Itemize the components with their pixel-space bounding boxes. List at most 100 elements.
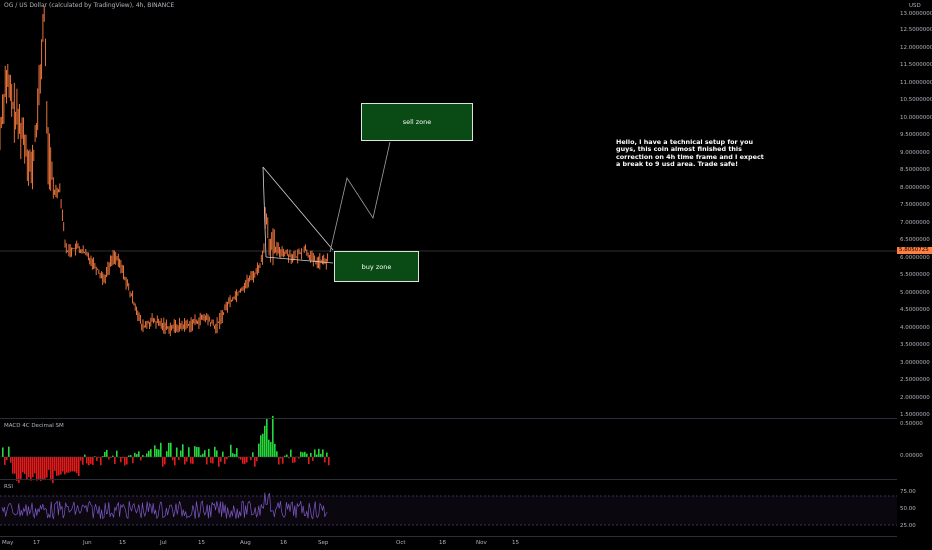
price-tick: 2.5000000 xyxy=(900,377,930,383)
macd-bar xyxy=(246,457,248,463)
macd-bar xyxy=(68,457,70,473)
rsi-label[interactable]: RSI xyxy=(4,484,13,490)
macd-bar xyxy=(42,457,44,480)
macd-bar xyxy=(2,447,4,457)
macd-bar xyxy=(324,457,326,463)
price-tick: 3.0000000 xyxy=(900,360,930,366)
time-label: May xyxy=(2,540,14,546)
macd-bar xyxy=(268,439,270,457)
time-label: Jul xyxy=(160,540,167,546)
macd-bar xyxy=(236,448,238,457)
macd-bar xyxy=(28,457,30,478)
macd-bar xyxy=(158,449,160,457)
macd-bar xyxy=(290,449,292,457)
macd-bar xyxy=(222,451,224,457)
macd-bar xyxy=(148,450,150,457)
macd-bar xyxy=(96,457,98,461)
macd-bar xyxy=(172,457,174,461)
macd-bar xyxy=(206,457,208,465)
macd-bar xyxy=(318,448,320,457)
macd-bar xyxy=(220,457,222,462)
time-label: Jun xyxy=(83,540,92,546)
macd-bar xyxy=(24,457,26,475)
time-label: 18 xyxy=(439,540,446,546)
macd-bar xyxy=(180,450,182,457)
macd-bar xyxy=(106,449,108,457)
price-chart[interactable] xyxy=(0,0,897,550)
pane-divider-macd[interactable] xyxy=(0,418,897,419)
time-label: Oct xyxy=(396,540,406,546)
macd-bar xyxy=(58,457,60,476)
macd-bar xyxy=(198,447,200,457)
buy-zone-box[interactable]: buy zone xyxy=(334,251,419,282)
rsi-tick: 25.00 xyxy=(900,523,916,529)
macd-bar xyxy=(160,442,162,457)
macd-bar xyxy=(306,453,308,457)
macd-bar xyxy=(176,447,178,457)
macd-bar xyxy=(178,457,180,460)
macd-bar xyxy=(252,452,254,457)
macd-bar xyxy=(312,457,314,461)
macd-bar xyxy=(82,457,84,465)
macd-bar xyxy=(120,457,122,463)
price-tick: 3.5000000 xyxy=(900,342,930,348)
macd-bar xyxy=(22,457,24,473)
price-tick: 8.5000000 xyxy=(900,167,930,173)
price-tick: 4.0000000 xyxy=(900,325,930,331)
macd-bar xyxy=(60,457,62,475)
macd-bar xyxy=(292,457,294,463)
time-label: 15 xyxy=(512,540,519,546)
macd-bar xyxy=(40,457,42,481)
time-label: Aug xyxy=(240,540,251,546)
triangle-lower-line xyxy=(265,256,334,264)
rsi-tick: 75.00 xyxy=(900,489,916,495)
macd-bar xyxy=(50,457,52,481)
macd-bar xyxy=(224,457,226,464)
price-tick: 9.0000000 xyxy=(900,150,930,156)
macd-bar xyxy=(26,457,28,480)
macd-label[interactable]: MACD 4C Decimal SM xyxy=(4,423,64,429)
price-tick: 7.5000000 xyxy=(900,202,930,208)
sell-zone-box[interactable]: sell zone xyxy=(361,103,473,141)
macd-bar xyxy=(262,433,264,457)
macd-bar xyxy=(146,453,148,457)
time-label: 16 xyxy=(280,540,287,546)
time-label: 15 xyxy=(198,540,205,546)
macd-bar xyxy=(104,451,106,457)
analysis-note[interactable]: Hello, I have a technical setup for you … xyxy=(616,138,766,169)
macd-bar xyxy=(266,418,268,457)
macd-bar xyxy=(142,455,144,457)
macd-bar xyxy=(100,457,102,466)
macd-bar xyxy=(322,449,324,457)
macd-bar xyxy=(210,457,212,463)
macd-bar xyxy=(30,457,32,481)
macd-bar xyxy=(88,457,90,466)
macd-bar xyxy=(36,457,38,481)
macd-bar xyxy=(204,450,206,457)
macd-bar xyxy=(250,457,252,461)
price-tick: 8.0000000 xyxy=(900,185,930,191)
price-tick: 11.0000000 xyxy=(900,80,932,86)
macd-bar xyxy=(74,457,76,472)
macd-bar xyxy=(234,454,236,457)
macd-bar xyxy=(328,457,330,466)
macd-bar xyxy=(278,457,280,465)
macd-bar xyxy=(242,457,244,464)
macd-bar xyxy=(182,444,184,457)
macd-bar xyxy=(108,457,110,460)
price-scale[interactable]: USD 13.0000000 12.5000000 12.0000000 11.500… xyxy=(897,0,932,550)
macd-bar xyxy=(56,457,58,476)
price-tick: 12.5000000 xyxy=(900,27,932,33)
macd-bar xyxy=(78,457,80,477)
pane-divider-rsi[interactable] xyxy=(0,479,897,480)
macd-bar xyxy=(136,454,138,457)
macd-bar xyxy=(244,457,246,464)
time-label: 15 xyxy=(119,540,126,546)
price-tick: 1.5000000 xyxy=(900,412,930,418)
price-tick: 5.0000000 xyxy=(900,290,930,296)
macd-bar xyxy=(66,457,68,473)
macd-bar xyxy=(184,457,186,465)
macd-bar xyxy=(138,451,140,457)
macd-bar xyxy=(216,450,218,457)
macd-bar xyxy=(294,457,296,463)
